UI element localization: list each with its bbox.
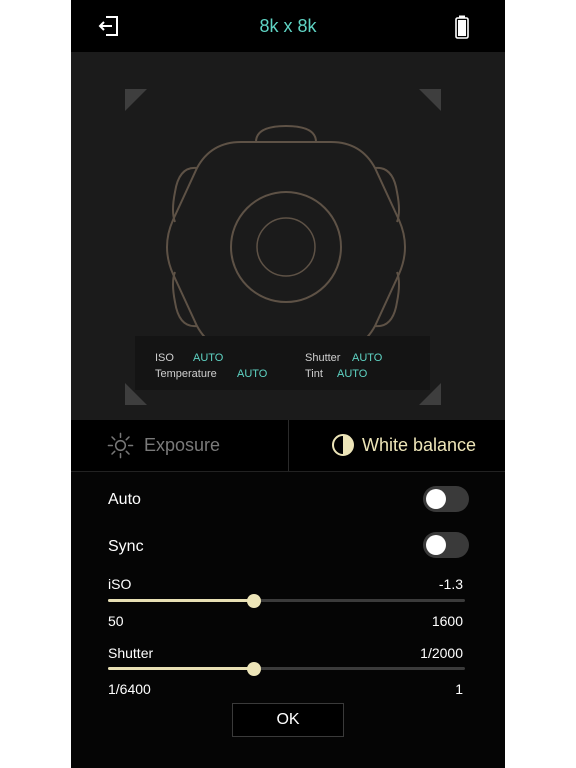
shutter-info-label: Shutter bbox=[305, 352, 341, 364]
frame-corner-top-right bbox=[419, 89, 441, 111]
sun-icon bbox=[107, 432, 134, 459]
iso-info-label: ISO bbox=[155, 352, 174, 364]
iso-label: iSO bbox=[108, 576, 132, 592]
shutter-label: Shutter bbox=[108, 645, 154, 661]
top-bar: 8k x 8k bbox=[71, 0, 505, 52]
sync-toggle-knob bbox=[426, 535, 446, 555]
auto-label: Auto bbox=[108, 491, 141, 508]
shutter-slider-fill bbox=[108, 667, 255, 670]
iso-slider-fill bbox=[108, 599, 255, 602]
iso-slider[interactable] bbox=[108, 593, 465, 609]
tint-info-label: Tint bbox=[305, 368, 323, 380]
tab-white-balance[interactable]: White balance bbox=[289, 420, 505, 471]
white-balance-tab-label: White balance bbox=[362, 435, 477, 455]
shutter-max-label: 1 bbox=[455, 681, 463, 697]
half-circle-contrast-icon bbox=[332, 434, 354, 456]
shutter-min-label: 1/6400 bbox=[108, 681, 151, 697]
shutter-info-value: AUTO bbox=[352, 352, 383, 364]
sync-label: Sync bbox=[108, 538, 144, 555]
ok-button[interactable]: OK bbox=[232, 703, 344, 737]
exposure-tab-label: Exposure bbox=[144, 435, 221, 455]
tint-info-value: AUTO bbox=[337, 368, 368, 380]
camera-preview[interactable]: ISO AUTO Shutter AUTO Temperature AUTO T… bbox=[71, 52, 505, 420]
temperature-info-label: Temperature bbox=[155, 368, 217, 380]
auto-toggle-knob bbox=[426, 489, 446, 509]
iso-max-label: 1600 bbox=[431, 613, 463, 629]
iso-value: -1.3 bbox=[438, 576, 463, 592]
temperature-info-value: AUTO bbox=[237, 368, 268, 380]
sync-toggle[interactable] bbox=[423, 532, 469, 558]
mode-tabs: Exposure White balance bbox=[71, 420, 505, 472]
iso-min-label: 50 bbox=[108, 613, 124, 629]
shutter-slider-thumb[interactable] bbox=[247, 662, 262, 676]
frame-corner-top-left bbox=[125, 89, 147, 111]
tab-exposure[interactable]: Exposure bbox=[71, 420, 288, 471]
capture-info-panel: ISO AUTO Shutter AUTO Temperature AUTO T… bbox=[135, 336, 430, 390]
360-camera-illustration bbox=[166, 124, 406, 370]
iso-slider-thumb[interactable] bbox=[247, 594, 262, 608]
battery-icon bbox=[455, 15, 469, 39]
shutter-slider[interactable] bbox=[108, 661, 465, 677]
auto-toggle[interactable] bbox=[423, 486, 469, 512]
shutter-value: 1/2000 bbox=[420, 645, 463, 661]
resolution-title: 8k x 8k bbox=[259, 16, 317, 36]
camera-app: 8k x 8k ISO AUTO Shutter AUTO Temperatur… bbox=[71, 0, 505, 768]
iso-info-value: AUTO bbox=[193, 352, 224, 364]
